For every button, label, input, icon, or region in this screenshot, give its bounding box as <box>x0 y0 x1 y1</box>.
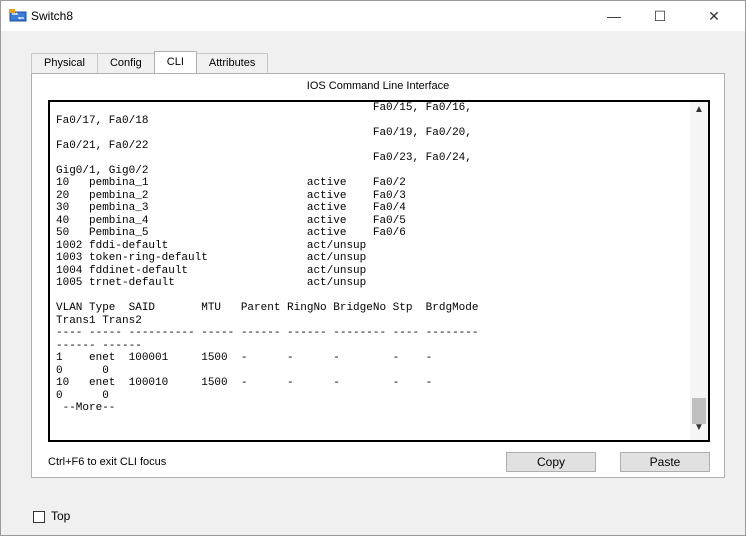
switch-window: Switch8 — ☐ ✕ Physical Config CLI Attrib… <box>0 0 746 536</box>
tab-physical[interactable]: Physical <box>31 53 98 73</box>
tab-cli[interactable]: CLI <box>153 51 197 73</box>
window-title: Switch8 <box>31 9 74 23</box>
paste-button[interactable]: Paste <box>620 452 710 472</box>
scroll-thumb[interactable] <box>692 398 706 424</box>
maximize-icon: ☐ <box>653 7 667 24</box>
cli-output[interactable]: Fa0/15, Fa0/16, Fa0/17, Fa0/18 Fa0/19, F… <box>56 102 690 415</box>
switch-app-icon <box>9 9 27 22</box>
cli-scrollbar[interactable]: ▲ ▼ <box>690 102 708 440</box>
tab-attributes[interactable]: Attributes <box>195 53 269 73</box>
cli-focus-hint: Ctrl+F6 to exit CLI focus <box>48 456 167 468</box>
scroll-up-icon[interactable]: ▲ <box>690 104 708 120</box>
top-checkbox[interactable] <box>33 511 45 523</box>
cli-panel: IOS Command Line Interface Fa0/15, Fa0/1… <box>31 73 725 478</box>
tab-config[interactable]: Config <box>96 53 155 73</box>
scroll-down-icon[interactable]: ▼ <box>690 422 708 438</box>
close-button[interactable]: ✕ <box>691 1 737 31</box>
minimize-button[interactable]: — <box>591 1 637 31</box>
panel-title: IOS Command Line Interface <box>306 80 450 92</box>
close-icon: ✕ <box>708 7 720 24</box>
maximize-button[interactable]: ☐ <box>637 1 683 31</box>
cli-console[interactable]: Fa0/15, Fa0/16, Fa0/17, Fa0/18 Fa0/19, F… <box>48 100 710 442</box>
copy-button[interactable]: Copy <box>506 452 596 472</box>
tab-bar: Physical Config CLI Attributes <box>31 51 269 73</box>
title-bar: Switch8 — ☐ ✕ <box>1 1 745 31</box>
minimize-icon: — <box>607 8 621 24</box>
top-checkbox-label: Top <box>51 509 71 523</box>
